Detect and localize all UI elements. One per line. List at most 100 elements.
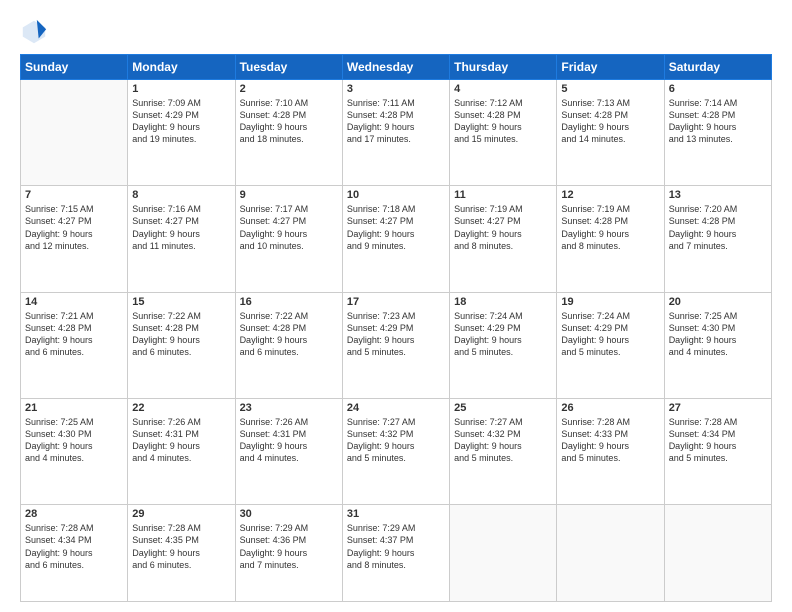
- weekday-header-monday: Monday: [128, 55, 235, 80]
- day-info: Sunrise: 7:24 AMSunset: 4:29 PMDaylight:…: [454, 310, 552, 359]
- day-number: 31: [347, 508, 445, 520]
- day-info: Sunrise: 7:13 AMSunset: 4:28 PMDaylight:…: [561, 97, 659, 146]
- calendar-cell: 23Sunrise: 7:26 AMSunset: 4:31 PMDayligh…: [235, 398, 342, 504]
- calendar-cell: 13 Sunrise: 7:20 AMSunset: 4:28 PMDayligh…: [664, 186, 771, 292]
- day-number: 3: [347, 83, 445, 95]
- calendar-cell: 27 Sunrise: 7:28 AMSunset: 4:34 PMDayligh…: [664, 398, 771, 504]
- day-info: Sunrise: 7:18 AMSunset: 4:27 PMDaylight:…: [347, 203, 445, 252]
- calendar-cell: 18 Sunrise: 7:24 AMSunset: 4:29 PMDayligh…: [450, 292, 557, 398]
- week-row-4: 21 Sunrise: 7:25 AMSunset: 4:30 PMDayligh…: [21, 398, 772, 504]
- weekday-header-saturday: Saturday: [664, 55, 771, 80]
- day-info: Sunrise: 7:25 AMSunset: 4:30 PMDaylight:…: [25, 416, 123, 465]
- day-number: 2: [240, 83, 338, 95]
- day-info: Sunrise: 7:27 AMSunset: 4:32 PMDaylight:…: [347, 416, 445, 465]
- calendar-cell: 15 Sunrise: 7:22 AMSunset: 4:28 PMDayligh…: [128, 292, 235, 398]
- calendar-cell: 19 Sunrise: 7:24 AMSunset: 4:29 PMDayligh…: [557, 292, 664, 398]
- calendar-cell: 8 Sunrise: 7:16 AMSunset: 4:27 PMDaylight…: [128, 186, 235, 292]
- calendar-cell: 22 Sunrise: 7:26 AMSunset: 4:31 PMDayligh…: [128, 398, 235, 504]
- day-info: Sunrise: 7:26 AMSunset: 4:31 PMDaylight:…: [240, 416, 338, 465]
- day-info: Sunrise: 7:19 AMSunset: 4:28 PMDaylight:…: [561, 203, 659, 252]
- day-number: 28: [25, 508, 123, 520]
- weekday-header-sunday: Sunday: [21, 55, 128, 80]
- day-info: Sunrise: 7:29 AMSunset: 4:36 PMDaylight:…: [240, 522, 338, 571]
- calendar-cell: 17Sunrise: 7:23 AMSunset: 4:29 PMDayligh…: [342, 292, 449, 398]
- calendar-cell: 25 Sunrise: 7:27 AMSunset: 4:32 PMDayligh…: [450, 398, 557, 504]
- calendar-cell: [557, 505, 664, 602]
- day-number: 1: [132, 83, 230, 95]
- day-info: Sunrise: 7:27 AMSunset: 4:32 PMDaylight:…: [454, 416, 552, 465]
- calendar-cell: 9 Sunrise: 7:17 AMSunset: 4:27 PMDaylight…: [235, 186, 342, 292]
- day-number: 17: [347, 296, 445, 308]
- calendar-cell: 3 Sunrise: 7:11 AMSunset: 4:28 PMDaylight…: [342, 80, 449, 186]
- calendar-cell: 2 Sunrise: 7:10 AMSunset: 4:28 PMDaylight…: [235, 80, 342, 186]
- week-row-2: 7 Sunrise: 7:15 AMSunset: 4:27 PMDaylight…: [21, 186, 772, 292]
- day-info: Sunrise: 7:10 AMSunset: 4:28 PMDaylight:…: [240, 97, 338, 146]
- week-row-5: 28 Sunrise: 7:28 AMSunset: 4:34 PMDayligh…: [21, 505, 772, 602]
- day-number: 14: [25, 296, 123, 308]
- day-number: 15: [132, 296, 230, 308]
- day-number: 18: [454, 296, 552, 308]
- day-number: 11: [454, 189, 552, 201]
- day-number: 25: [454, 402, 552, 414]
- day-info: Sunrise: 7:17 AMSunset: 4:27 PMDaylight:…: [240, 203, 338, 252]
- calendar-cell: 21 Sunrise: 7:25 AMSunset: 4:30 PMDayligh…: [21, 398, 128, 504]
- day-info: Sunrise: 7:14 AMSunset: 4:28 PMDaylight:…: [669, 97, 767, 146]
- weekday-header-row: SundayMondayTuesdayWednesdayThursdayFrid…: [21, 55, 772, 80]
- day-number: 27: [669, 402, 767, 414]
- day-info: Sunrise: 7:28 AMSunset: 4:33 PMDaylight:…: [561, 416, 659, 465]
- calendar-cell: 11 Sunrise: 7:19 AMSunset: 4:27 PMDayligh…: [450, 186, 557, 292]
- week-row-3: 14Sunrise: 7:21 AMSunset: 4:28 PMDayligh…: [21, 292, 772, 398]
- day-info: Sunrise: 7:28 AMSunset: 4:34 PMDaylight:…: [25, 522, 123, 571]
- day-number: 5: [561, 83, 659, 95]
- calendar-cell: 31Sunrise: 7:29 AMSunset: 4:37 PMDayligh…: [342, 505, 449, 602]
- day-number: 4: [454, 83, 552, 95]
- day-info: Sunrise: 7:12 AMSunset: 4:28 PMDaylight:…: [454, 97, 552, 146]
- calendar-cell: 24 Sunrise: 7:27 AMSunset: 4:32 PMDayligh…: [342, 398, 449, 504]
- calendar-cell: 10Sunrise: 7:18 AMSunset: 4:27 PMDayligh…: [342, 186, 449, 292]
- day-info: Sunrise: 7:11 AMSunset: 4:28 PMDaylight:…: [347, 97, 445, 146]
- header: [20, 18, 772, 46]
- calendar-cell: [21, 80, 128, 186]
- day-number: 13: [669, 189, 767, 201]
- weekday-header-tuesday: Tuesday: [235, 55, 342, 80]
- day-number: 7: [25, 189, 123, 201]
- day-info: Sunrise: 7:28 AMSunset: 4:34 PMDaylight:…: [669, 416, 767, 465]
- calendar-cell: 6 Sunrise: 7:14 AMSunset: 4:28 PMDaylight…: [664, 80, 771, 186]
- day-info: Sunrise: 7:16 AMSunset: 4:27 PMDaylight:…: [132, 203, 230, 252]
- day-number: 30: [240, 508, 338, 520]
- day-info: Sunrise: 7:22 AMSunset: 4:28 PMDaylight:…: [240, 310, 338, 359]
- day-info: Sunrise: 7:28 AMSunset: 4:35 PMDaylight:…: [132, 522, 230, 571]
- day-info: Sunrise: 7:15 AMSunset: 4:27 PMDaylight:…: [25, 203, 123, 252]
- day-info: Sunrise: 7:25 AMSunset: 4:30 PMDaylight:…: [669, 310, 767, 359]
- weekday-header-friday: Friday: [557, 55, 664, 80]
- day-number: 16: [240, 296, 338, 308]
- calendar-cell: [664, 505, 771, 602]
- day-info: Sunrise: 7:19 AMSunset: 4:27 PMDaylight:…: [454, 203, 552, 252]
- calendar-cell: 5 Sunrise: 7:13 AMSunset: 4:28 PMDaylight…: [557, 80, 664, 186]
- day-number: 29: [132, 508, 230, 520]
- day-number: 26: [561, 402, 659, 414]
- day-number: 19: [561, 296, 659, 308]
- day-number: 24: [347, 402, 445, 414]
- calendar-cell: [450, 505, 557, 602]
- day-number: 6: [669, 83, 767, 95]
- calendar-cell: 29 Sunrise: 7:28 AMSunset: 4:35 PMDayligh…: [128, 505, 235, 602]
- day-number: 9: [240, 189, 338, 201]
- day-number: 8: [132, 189, 230, 201]
- calendar-cell: 1 Sunrise: 7:09 AMSunset: 4:29 PMDaylight…: [128, 80, 235, 186]
- calendar-cell: 20Sunrise: 7:25 AMSunset: 4:30 PMDayligh…: [664, 292, 771, 398]
- calendar-cell: 26 Sunrise: 7:28 AMSunset: 4:33 PMDayligh…: [557, 398, 664, 504]
- calendar-cell: 28 Sunrise: 7:28 AMSunset: 4:34 PMDayligh…: [21, 505, 128, 602]
- day-number: 21: [25, 402, 123, 414]
- calendar-cell: 14Sunrise: 7:21 AMSunset: 4:28 PMDayligh…: [21, 292, 128, 398]
- day-info: Sunrise: 7:09 AMSunset: 4:29 PMDaylight:…: [132, 97, 230, 146]
- day-info: Sunrise: 7:22 AMSunset: 4:28 PMDaylight:…: [132, 310, 230, 359]
- day-info: Sunrise: 7:26 AMSunset: 4:31 PMDaylight:…: [132, 416, 230, 465]
- day-info: Sunrise: 7:24 AMSunset: 4:29 PMDaylight:…: [561, 310, 659, 359]
- weekday-header-wednesday: Wednesday: [342, 55, 449, 80]
- day-info: Sunrise: 7:20 AMSunset: 4:28 PMDaylight:…: [669, 203, 767, 252]
- calendar-table: SundayMondayTuesdayWednesdayThursdayFrid…: [20, 54, 772, 602]
- day-number: 22: [132, 402, 230, 414]
- calendar-cell: 7 Sunrise: 7:15 AMSunset: 4:27 PMDaylight…: [21, 186, 128, 292]
- logo: [20, 18, 52, 46]
